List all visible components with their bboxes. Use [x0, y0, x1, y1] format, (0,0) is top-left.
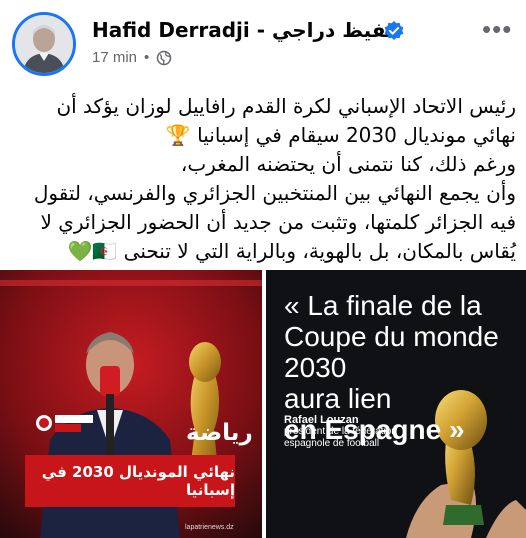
author-name[interactable]: Hafid Derradji - حفيظ دراجي [92, 18, 401, 42]
post-image-right[interactable]: « La finale de la Coupe du monde 2030 au… [266, 270, 526, 538]
sport-label: رياضة [186, 420, 253, 446]
post-time[interactable]: 17 min [92, 49, 137, 66]
quote-line: « La finale de la [284, 290, 482, 321]
quote-line: aura lien [284, 383, 392, 414]
post-text-line: وأن يجمع النهائي بين المنتخبين الجزائري … [33, 181, 516, 205]
quote-attribution: Rafael Louzan président de la fédération… [284, 414, 424, 450]
post-image-left[interactable]: رياضة نهائي المونديال 2030 في إسبانيا la… [0, 270, 262, 538]
post-text-line: فيه الجزائر كلمتها، وتثبت من جديد أن الح… [40, 210, 516, 234]
globe-icon[interactable] [156, 50, 172, 66]
verified-badge-icon [384, 21, 404, 40]
source-url: lapatrienews.dz [185, 524, 234, 531]
author-avatar[interactable] [12, 12, 76, 76]
post-text-line: رئيس الاتحاد الإسباني لكرة القدم رافاييل… [56, 94, 516, 118]
post-text-line: ورغم ذلك، كنا نتمنى أن يحتضنه المغرب، [180, 152, 516, 176]
post-text-line: نهائي مونديال 2030 سيقام في إسبانيا 🏆 [165, 123, 516, 147]
headline-banner: نهائي المونديال 2030 في إسبانيا [25, 455, 235, 507]
quote-line: Coupe du monde 2030 [284, 321, 499, 383]
person-name: Rafael Louzan [284, 414, 359, 426]
person-role: président de la fédération espagnole de … [284, 426, 397, 449]
more-options-icon[interactable]: ••• [482, 16, 512, 44]
news-logo [35, 410, 95, 436]
post-text: رئيس الاتحاد الإسباني لكرة القدم رافاييل… [10, 92, 516, 266]
post-text-line: يُقاس بالمكان، بل بالهوية، وبالراية التي… [67, 239, 517, 263]
post-header: Hafid Derradji - حفيظ دراجي 17 min • ••• [0, 0, 526, 80]
meta-separator: • [144, 49, 150, 66]
avatar-photo [15, 15, 73, 73]
post-meta: 17 min • [92, 49, 172, 66]
